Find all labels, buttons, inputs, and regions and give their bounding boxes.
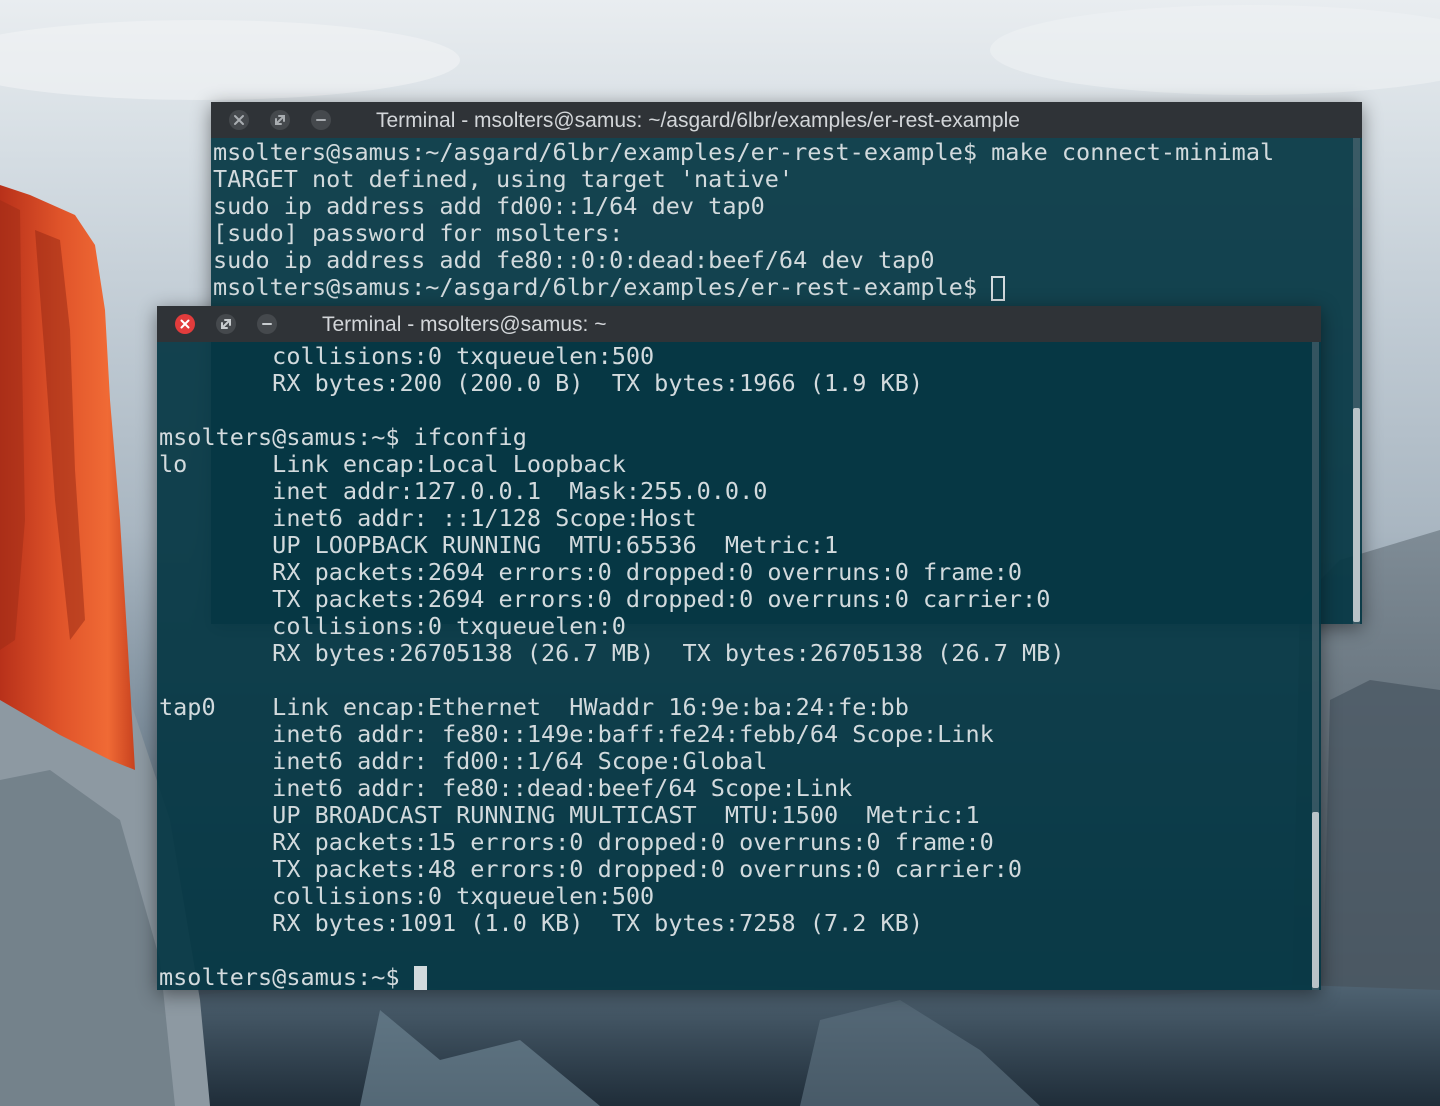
terminal-line: collisions:0 txqueuelen:0 <box>159 612 626 640</box>
maximize-button[interactable] <box>270 110 290 130</box>
minimize-icon <box>262 323 272 325</box>
text-cursor <box>413 966 427 990</box>
close-icon <box>234 115 244 125</box>
scrollbar-thumb[interactable] <box>1353 408 1360 622</box>
terminal-line: TARGET not defined, using target 'native… <box>213 165 794 193</box>
scrollbar[interactable] <box>1312 342 1319 990</box>
terminal-line: collisions:0 txqueuelen:500 <box>159 342 655 370</box>
close-icon <box>180 319 190 329</box>
minimize-button[interactable] <box>257 314 277 334</box>
terminal-line: inet6 addr: fe80::149e:baff:fe24:febb/64… <box>159 720 994 748</box>
terminal-lines: collisions:0 txqueuelen:500 RX bytes:200… <box>159 343 1064 990</box>
maximize-icon <box>275 115 285 125</box>
terminal-line: inet6 addr: fe80::dead:beef/64 Scope:Lin… <box>159 774 853 802</box>
close-button[interactable] <box>229 110 249 130</box>
terminal-line: TX packets:48 errors:0 dropped:0 overrun… <box>159 855 1023 883</box>
shell-prompt: msolters@samus:~/asgard/6lbr/examples/er… <box>213 273 992 301</box>
terminal-line: RX bytes:1091 (1.0 KB) TX bytes:7258 (7.… <box>159 909 924 937</box>
terminal-line: RX packets:15 errors:0 dropped:0 overrun… <box>159 828 994 856</box>
terminal-line: RX packets:2694 errors:0 dropped:0 overr… <box>159 558 1023 586</box>
terminal-line: [sudo] password for msolters: <box>213 219 624 247</box>
terminal-line: sudo ip address add fe80::0:0:dead:beef/… <box>213 246 935 274</box>
command-prompt-line[interactable]: msolters@samus:~/asgard/6lbr/examples/er… <box>213 274 1274 301</box>
minimize-icon <box>316 119 326 121</box>
terminal-line: RX bytes:26705138 (26.7 MB) TX bytes:267… <box>159 639 1065 667</box>
terminal-output[interactable]: collisions:0 txqueuelen:500 RX bytes:200… <box>157 342 1321 990</box>
terminal-line: msolters@samus:~$ ifconfig <box>159 423 527 451</box>
terminal-line: UP LOOPBACK RUNNING MTU:65536 Metric:1 <box>159 531 839 559</box>
command-prompt-line[interactable]: msolters@samus:~$ <box>159 964 1064 990</box>
scrollbar[interactable] <box>1353 138 1360 624</box>
terminal-line: sudo ip address add fd00::1/64 dev tap0 <box>213 192 765 220</box>
titlebar[interactable]: Terminal - msolters@samus: ~ <box>157 306 1321 342</box>
titlebar[interactable]: Terminal - msolters@samus: ~/asgard/6lbr… <box>211 102 1362 138</box>
terminal-window-foreground[interactable]: Terminal - msolters@samus: ~ collisions:… <box>157 306 1321 990</box>
window-title: Terminal - msolters@samus: ~ <box>322 313 607 336</box>
text-cursor <box>991 276 1006 301</box>
terminal-line: inet6 addr: ::1/128 Scope:Host <box>159 504 697 532</box>
minimize-button[interactable] <box>311 110 331 130</box>
terminal-line: TX packets:2694 errors:0 dropped:0 overr… <box>159 585 1051 613</box>
maximize-button[interactable] <box>216 314 236 334</box>
terminal-line: UP BROADCAST RUNNING MULTICAST MTU:1500 … <box>159 801 980 829</box>
terminal-line: lo Link encap:Local Loopback <box>159 450 626 478</box>
terminal-line: RX bytes:200 (200.0 B) TX bytes:1966 (1.… <box>159 369 924 397</box>
maximize-icon <box>221 319 231 329</box>
terminal-line: collisions:0 txqueuelen:500 <box>159 882 655 910</box>
terminal-line: inet addr:127.0.0.1 Mask:255.0.0.0 <box>159 477 768 505</box>
close-button[interactable] <box>175 314 195 334</box>
scrollbar-thumb[interactable] <box>1312 812 1319 988</box>
shell-prompt: msolters@samus:~$ <box>159 963 414 991</box>
terminal-line: msolters@samus:~/asgard/6lbr/examples/er… <box>213 138 1275 166</box>
terminal-line: tap0 Link encap:Ethernet HWaddr 16:9e:ba… <box>159 693 909 721</box>
terminal-line: inet6 addr: fd00::1/64 Scope:Global <box>159 747 768 775</box>
window-title: Terminal - msolters@samus: ~/asgard/6lbr… <box>376 109 1020 132</box>
terminal-lines: msolters@samus:~/asgard/6lbr/examples/er… <box>213 139 1274 301</box>
